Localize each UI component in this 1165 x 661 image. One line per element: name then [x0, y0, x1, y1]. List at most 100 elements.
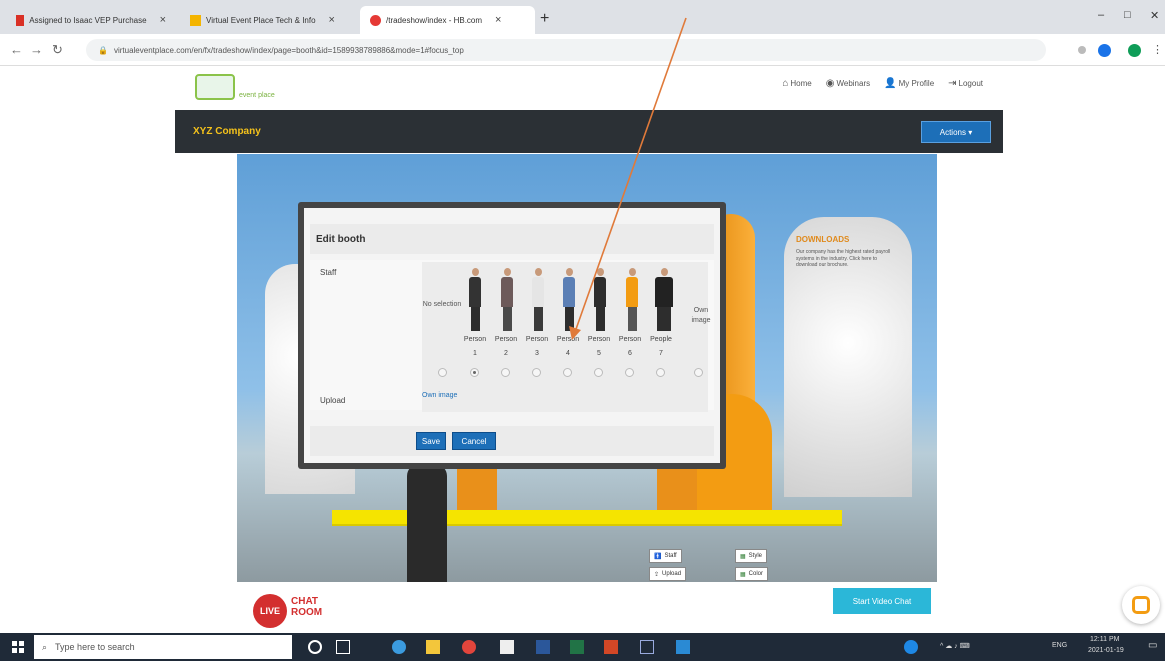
- tray-time[interactable]: 12:11 PM: [1090, 636, 1119, 643]
- taskbar-search-input[interactable]: ⌕ Type here to search: [34, 635, 292, 659]
- close-tab-icon[interactable]: ×: [329, 14, 335, 26]
- tab-title: /tradeshow/index - HB.com: [386, 15, 483, 25]
- person-5-image[interactable]: [591, 268, 609, 334]
- chrome-icon[interactable]: [462, 640, 476, 654]
- option-name: Person: [525, 336, 549, 343]
- option-number: 6: [628, 350, 632, 357]
- bookmark-star-icon[interactable]: [1078, 46, 1086, 54]
- person-1-image[interactable]: [466, 268, 484, 334]
- minimize-icon[interactable]: –: [1098, 9, 1104, 21]
- nav-profile[interactable]: 👤 My Profile: [884, 78, 934, 89]
- mail-icon[interactable]: [676, 640, 690, 654]
- browser-tab[interactable]: Virtual Event Place Tech & Info ×: [180, 6, 355, 34]
- option-name: Person: [463, 336, 487, 343]
- nav-webinars[interactable]: ◉ Webinars: [826, 78, 870, 89]
- downloads-panel[interactable]: DOWNLOADS Our company has the highest ra…: [784, 217, 912, 497]
- option-name: Person: [618, 336, 642, 343]
- radio-person-1[interactable]: [470, 368, 479, 377]
- tray-icons[interactable]: ^ ☁ ♪ ⌨: [940, 642, 970, 650]
- color-button[interactable]: ▦ Color: [735, 567, 769, 581]
- tab-title: Virtual Event Place Tech & Info: [206, 15, 316, 25]
- own-image-label: Own image: [691, 307, 711, 324]
- notification-icon[interactable]: ▭: [1148, 640, 1157, 651]
- store-icon[interactable]: [500, 640, 514, 654]
- option-number: 1: [473, 350, 477, 357]
- search-placeholder: Type here to search: [55, 642, 135, 652]
- task-view-icon[interactable]: [336, 640, 350, 654]
- upload-button[interactable]: ⇪ Upload: [649, 567, 687, 581]
- option-number: 5: [597, 350, 601, 357]
- url-input[interactable]: 🔒 virtualeventplace.com/en/fx/tradeshow/…: [86, 39, 1046, 61]
- lock-icon: 🔒: [98, 45, 108, 55]
- live-badge: LIVE: [253, 594, 287, 628]
- forward-icon[interactable]: →: [30, 42, 43, 57]
- extension-icon[interactable]: [1098, 44, 1111, 57]
- people-7-image[interactable]: [652, 268, 676, 334]
- radio-person-4[interactable]: [563, 368, 572, 377]
- nav-logout[interactable]: ⇥ Logout: [948, 78, 983, 89]
- tray-date[interactable]: 2021-01-19: [1088, 647, 1124, 654]
- staff-button[interactable]: 🚹 Staff: [649, 549, 682, 563]
- dialog-panel: Edit booth Staff Upload No selection Own…: [304, 208, 720, 463]
- color-icon: ▦: [740, 571, 746, 578]
- radio-no-selection[interactable]: [438, 368, 447, 377]
- person-4-image[interactable]: [560, 268, 578, 334]
- start-video-chat-button[interactable]: Start Video Chat: [833, 588, 931, 614]
- person-3-image[interactable]: [529, 268, 547, 334]
- dialog-title: Edit booth: [310, 224, 714, 254]
- person-6-image[interactable]: [623, 268, 641, 334]
- actions-dropdown-button[interactable]: Actions ▾: [921, 121, 991, 143]
- radio-person-6[interactable]: [625, 368, 634, 377]
- browser-tab[interactable]: Assigned to Isaac VEP Purchase ×: [6, 6, 176, 34]
- tray-language[interactable]: ENG: [1052, 642, 1067, 649]
- windows-taskbar: ⌕ Type here to search ^ ☁ ♪ ⌨ ENG 12:11 …: [0, 633, 1165, 661]
- top-nav: ⌂ Home ◉ Webinars 👤 My Profile ⇥ Logout: [782, 78, 983, 89]
- profile-avatar[interactable]: [1128, 44, 1141, 57]
- chat-feedback-button[interactable]: [1122, 586, 1160, 624]
- booth-staff-figure: [407, 464, 447, 582]
- excel-icon[interactable]: [570, 640, 584, 654]
- back-icon[interactable]: ←: [10, 42, 23, 57]
- cortana-icon[interactable]: [308, 640, 322, 654]
- browser-tab-active[interactable]: /tradeshow/index - HB.com ×: [360, 6, 535, 34]
- close-window-icon[interactable]: ✕: [1150, 9, 1159, 22]
- cancel-button[interactable]: Cancel: [452, 432, 496, 450]
- powerpoint-icon[interactable]: [604, 640, 618, 654]
- radio-person-3[interactable]: [532, 368, 541, 377]
- chat-bubble-icon: [1132, 596, 1150, 614]
- downloads-title[interactable]: DOWNLOADS: [796, 235, 849, 244]
- radio-own-image[interactable]: [694, 368, 703, 377]
- gmail-icon: [16, 14, 25, 26]
- site-logo[interactable]: [195, 74, 235, 100]
- windows-start-icon[interactable]: [12, 641, 24, 653]
- close-tab-icon[interactable]: ×: [495, 14, 501, 26]
- chat-room-label: CHAT ROOM: [291, 596, 323, 618]
- style-button[interactable]: ▦ Style: [735, 549, 768, 563]
- drive-icon: [190, 14, 201, 26]
- help-icon[interactable]: [904, 640, 918, 654]
- webinar-icon: ◉: [825, 78, 835, 89]
- option-name: Person: [587, 336, 611, 343]
- tab-title: Assigned to Isaac VEP Purchase: [29, 15, 147, 25]
- word-icon[interactable]: [536, 640, 550, 654]
- radio-person-5[interactable]: [594, 368, 603, 377]
- maximize-icon[interactable]: □: [1124, 9, 1131, 21]
- app-icon[interactable]: [640, 640, 654, 654]
- own-image-upload-link[interactable]: Own image: [422, 392, 457, 399]
- radio-person-2[interactable]: [501, 368, 510, 377]
- nav-home[interactable]: ⌂ Home: [782, 78, 811, 89]
- new-tab-icon[interactable]: +: [540, 10, 549, 28]
- logo-text: event place: [239, 92, 275, 99]
- edge-icon[interactable]: [392, 640, 406, 654]
- option-name: People: [650, 336, 672, 343]
- save-button[interactable]: Save: [416, 432, 446, 450]
- file-explorer-icon[interactable]: [426, 640, 440, 654]
- url-text: virtualeventplace.com/en/fx/tradeshow/in…: [113, 45, 464, 55]
- browser-tab-strip: Assigned to Isaac VEP Purchase × Virtual…: [0, 0, 1165, 34]
- menu-kebab-icon[interactable]: ⋮: [1152, 43, 1163, 56]
- person-2-image[interactable]: [498, 268, 516, 334]
- close-tab-icon[interactable]: ×: [160, 14, 166, 26]
- radio-people-7[interactable]: [656, 368, 665, 377]
- reload-icon[interactable]: ↻: [52, 42, 63, 58]
- person-icon: 🚹: [654, 553, 662, 560]
